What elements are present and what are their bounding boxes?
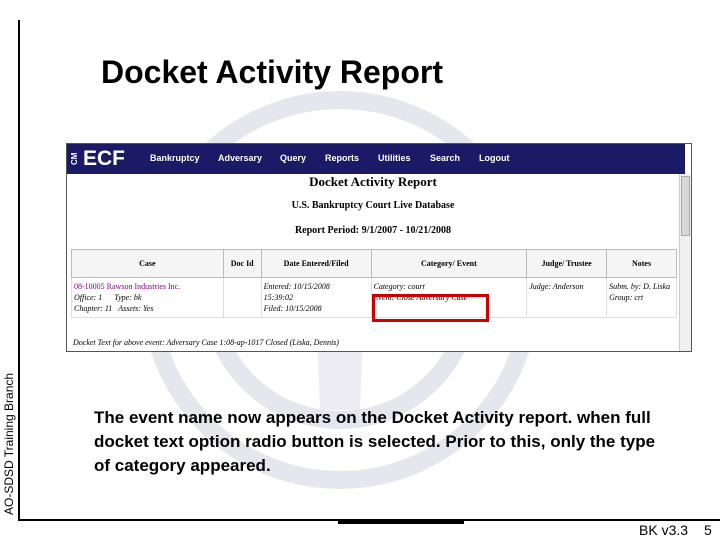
col-category-event: Category/ Event <box>370 249 528 278</box>
ecf-screenshot: CM ECF Bankruptcy Adversary Query Report… <box>66 143 692 352</box>
entered-time: 15:39:02 <box>263 293 293 302</box>
col-judge-trustee: Judge/ Trustee <box>526 249 608 278</box>
page-number: 5 <box>704 522 712 538</box>
col-doc-id: Doc Id <box>222 249 262 278</box>
nav-logout[interactable]: Logout <box>479 153 510 163</box>
frame-left-rule <box>18 20 20 520</box>
report-court: U.S. Bankruptcy Court Live Database <box>291 200 455 211</box>
vertical-scrollbar[interactable] <box>679 174 691 351</box>
col-date: Date Entered/Filed <box>260 249 372 278</box>
side-label: AO-SDSD Training Branch <box>2 372 16 515</box>
cell-notes: Subm. by: D. Liska Group: crt <box>606 277 677 318</box>
case-assets: Assets: Yes <box>118 304 154 313</box>
navbar-end-cap <box>683 144 691 174</box>
nav-utilities[interactable]: Utilities <box>378 153 411 163</box>
nav-reports[interactable]: Reports <box>325 153 359 163</box>
cm-mark: CM <box>70 152 79 166</box>
scrollbar-thumb[interactable] <box>681 176 690 236</box>
nav-adversary[interactable]: Adversary <box>218 153 262 163</box>
filed-date: Filed: 10/15/2008 <box>263 304 322 313</box>
version-label: BK v3.3 <box>639 522 689 538</box>
nav-search[interactable]: Search <box>430 153 460 163</box>
report-period: Report Period: 9/1/2007 - 10/21/2008 <box>294 225 452 236</box>
frame-bottom-accent <box>338 521 464 524</box>
nav-query[interactable]: Query <box>280 153 306 163</box>
nav-bankruptcy[interactable]: Bankruptcy <box>150 153 200 163</box>
notes-group: Group: crt <box>609 293 644 302</box>
notes-submitted: Subm. by: D. Liska <box>609 282 671 291</box>
docket-text: Docket Text for above event: Adversary C… <box>73 338 339 347</box>
entered-date: Entered: 10/15/2008 <box>263 282 330 291</box>
col-case: Case <box>71 249 224 278</box>
cell-date: Entered: 10/15/2008 15:39:02 Filed: 10/1… <box>260 277 372 318</box>
case-chapter: Chapter: 11 <box>74 304 113 313</box>
event-highlight-box <box>372 294 489 322</box>
col-notes: Notes <box>606 249 677 278</box>
report-title: Docket Activity Report <box>309 174 437 189</box>
category-value: Category: court <box>373 282 425 291</box>
case-type: Type: bk <box>114 293 142 302</box>
cell-case: 08-10005 Rawson Industries Inc. Office: … <box>71 277 224 318</box>
cell-judge: Judge: Anderson <box>526 277 608 318</box>
case-office: Office: 1 <box>74 293 103 302</box>
table-header-row: Case Doc Id Date Entered/Filed Category/… <box>71 249 677 278</box>
slide-description: The event name now appears on the Docket… <box>94 408 656 475</box>
ecf-logo: ECF <box>83 147 125 170</box>
slide-title: Docket Activity Report <box>101 54 443 90</box>
ecf-navbar: CM ECF Bankruptcy Adversary Query Report… <box>67 144 691 174</box>
cell-doc-id <box>222 277 262 318</box>
case-link[interactable]: 08-10005 Rawson Industries Inc. <box>74 281 221 292</box>
